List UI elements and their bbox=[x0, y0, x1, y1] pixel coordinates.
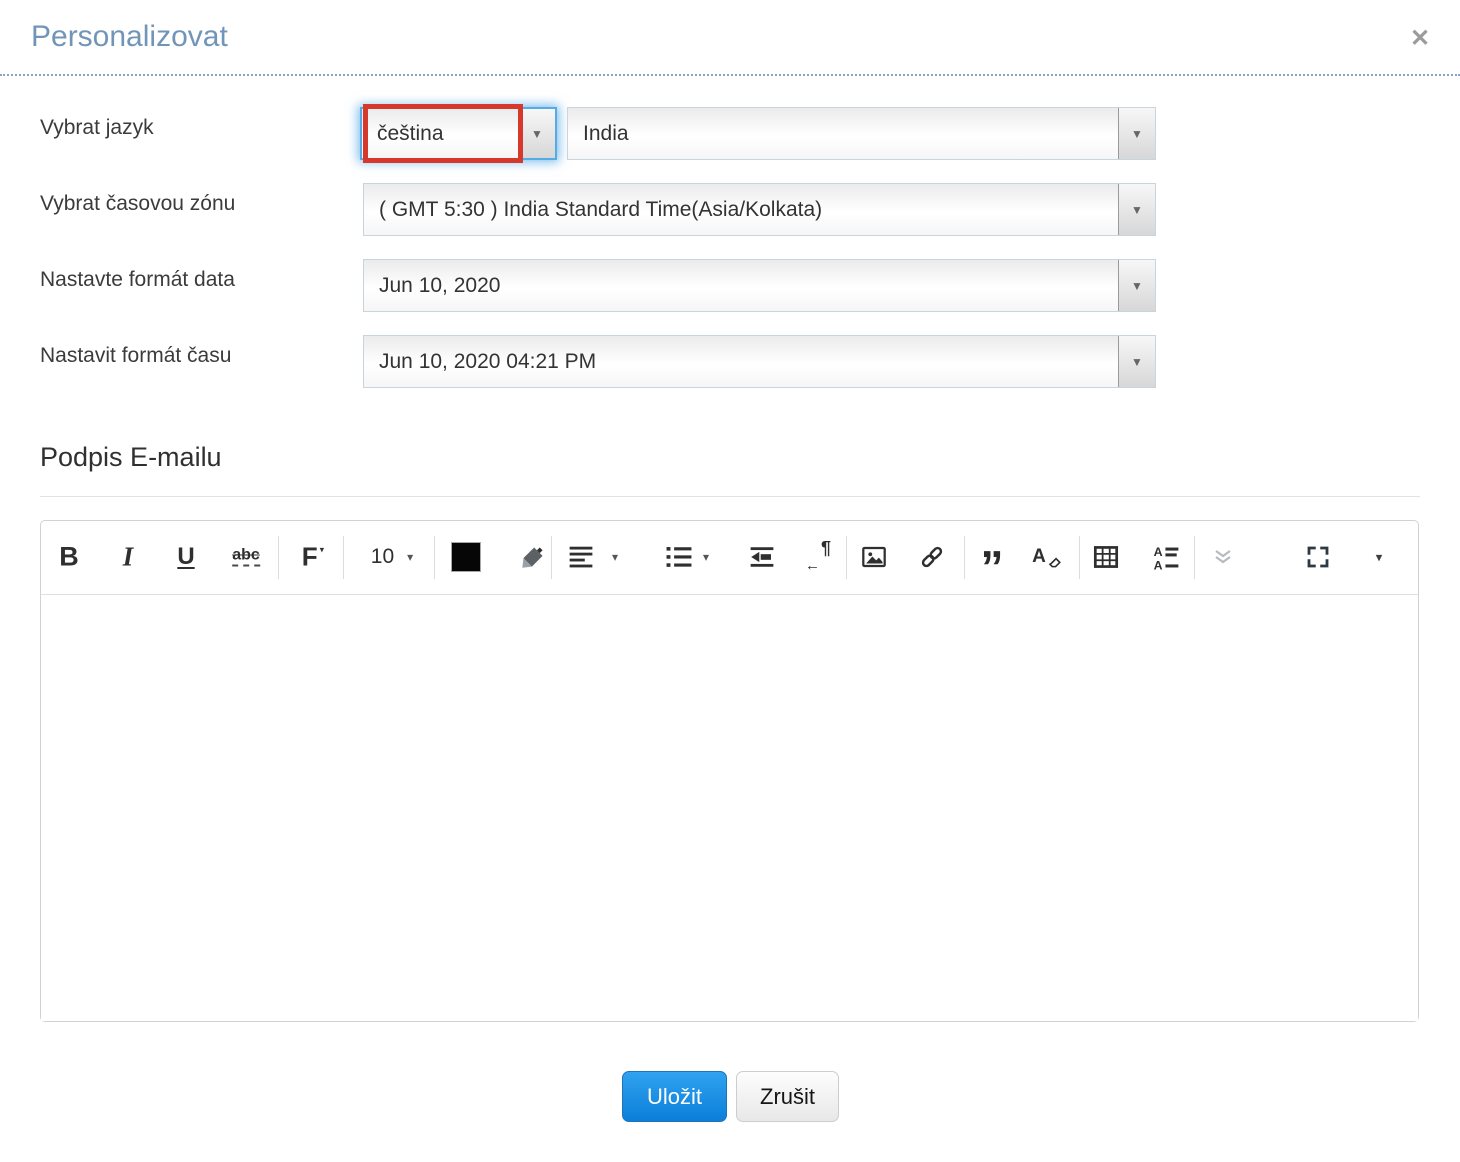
caret-down-icon: ▾ bbox=[611, 550, 619, 564]
toolbar-separator bbox=[1194, 536, 1195, 579]
align-left-icon bbox=[569, 546, 593, 568]
svg-text:A: A bbox=[1154, 545, 1163, 559]
outdent-icon bbox=[750, 547, 774, 567]
underline-icon: U bbox=[177, 543, 195, 570]
date-format-select[interactable]: Jun 10, 2020 ▼ bbox=[363, 259, 1156, 312]
dropdown-arrow-icon: ▼ bbox=[1131, 278, 1143, 293]
language-select[interactable]: čeština ▼ bbox=[360, 104, 557, 163]
fullscreen-button[interactable] bbox=[1303, 542, 1334, 573]
fullscreen-icon bbox=[1307, 546, 1329, 568]
date-format-select-arrow-button[interactable]: ▼ bbox=[1118, 260, 1155, 311]
timezone-select[interactable]: ( GMT 5:30 ) India Standard Time(Asia/Ko… bbox=[363, 183, 1156, 236]
italic-icon: I bbox=[122, 541, 134, 572]
toolbar-separator bbox=[551, 536, 552, 579]
dialog-title: Personalizovat bbox=[31, 20, 228, 53]
font-size-button[interactable]: 10 ▾ bbox=[369, 543, 415, 571]
dropdown-arrow-icon: ▼ bbox=[1131, 202, 1143, 217]
strikethrough-button[interactable]: abc bbox=[230, 546, 262, 569]
strikethrough-icon: abc bbox=[232, 547, 260, 567]
cancel-button[interactable]: Zrušit bbox=[736, 1071, 839, 1122]
highlight-color-button[interactable] bbox=[518, 542, 549, 573]
signature-editor-area[interactable] bbox=[41, 595, 1418, 1021]
bold-button[interactable]: B bbox=[57, 540, 81, 575]
caret-down-icon: ▾ bbox=[319, 544, 325, 555]
svg-text:A: A bbox=[1154, 558, 1163, 570]
close-icon[interactable]: ✕ bbox=[1410, 27, 1430, 51]
timezone-select-arrow-button[interactable]: ▼ bbox=[1118, 184, 1155, 235]
region-select-value: India bbox=[583, 121, 629, 145]
insert-image-button[interactable] bbox=[858, 542, 890, 573]
dialog-header: Personalizovat ✕ bbox=[0, 0, 1460, 76]
clear-formatting-icon: A bbox=[1032, 546, 1046, 567]
time-format-select-value: Jun 10, 2020 04:21 PM bbox=[379, 349, 597, 373]
signature-editor: B I U abc F ▾ 10 ▾ ▾ ▾ ¶ ← ” A A A ▾ bbox=[40, 520, 1419, 1022]
more-tools-button[interactable] bbox=[1208, 543, 1238, 571]
paragraph-direction-icon: ¶ ← bbox=[805, 538, 831, 574]
align-caret-button[interactable]: ▾ bbox=[610, 549, 620, 565]
dropdown-arrow-icon: ▼ bbox=[1131, 126, 1143, 141]
dropdown-arrow-icon: ▼ bbox=[531, 126, 543, 141]
link-icon bbox=[921, 546, 943, 568]
editor-toolbar: B I U abc F ▾ 10 ▾ ▾ ▾ ¶ ← ” A A A ▾ bbox=[41, 521, 1418, 595]
caret-down-icon: ▾ bbox=[1375, 549, 1383, 565]
line-height-button[interactable]: A A bbox=[1151, 542, 1182, 573]
clear-formatting-button[interactable]: A bbox=[1030, 544, 1064, 570]
list-caret-button[interactable]: ▾ bbox=[701, 549, 711, 565]
toolbar-separator bbox=[343, 536, 344, 579]
align-button[interactable] bbox=[565, 542, 597, 572]
toolbar-separator bbox=[278, 536, 279, 579]
table-icon bbox=[1093, 546, 1119, 568]
toolbar-separator bbox=[434, 536, 435, 579]
bold-icon: B bbox=[59, 541, 79, 572]
language-select-arrow-button[interactable]: ▼ bbox=[518, 109, 555, 158]
image-icon bbox=[862, 546, 886, 568]
dropdown-arrow-icon: ▼ bbox=[1131, 354, 1143, 369]
text-color-button[interactable] bbox=[449, 540, 483, 574]
language-select-value: čeština bbox=[377, 121, 444, 145]
date-format-select-value: Jun 10, 2020 bbox=[379, 273, 501, 297]
outdent-button[interactable] bbox=[746, 542, 778, 572]
region-select-arrow-button[interactable]: ▼ bbox=[1118, 108, 1155, 159]
time-format-select-arrow-button[interactable]: ▼ bbox=[1118, 336, 1155, 387]
list-button[interactable] bbox=[664, 542, 694, 572]
font-family-button[interactable]: F ▾ bbox=[300, 540, 326, 575]
insert-link-button[interactable] bbox=[917, 542, 948, 573]
text-direction-button[interactable]: ¶ ← bbox=[804, 538, 834, 574]
section-divider bbox=[40, 496, 1420, 497]
language-label: Vybrat jazyk bbox=[40, 116, 154, 139]
insert-table-button[interactable] bbox=[1090, 542, 1122, 573]
underline-button[interactable]: U bbox=[175, 541, 196, 573]
highlighter-pen-icon bbox=[522, 547, 543, 568]
time-format-label: Nastavit formát času bbox=[40, 344, 232, 367]
toolbar-separator bbox=[846, 536, 847, 579]
timezone-label: Vybrat časovou zónu bbox=[40, 192, 236, 215]
time-format-select[interactable]: Jun 10, 2020 04:21 PM ▼ bbox=[363, 335, 1156, 388]
font-size-value: 10 bbox=[370, 545, 395, 568]
eraser-icon bbox=[1048, 557, 1061, 568]
caret-down-icon: ▾ bbox=[407, 550, 414, 564]
region-select[interactable]: India ▼ bbox=[567, 107, 1156, 160]
blockquote-button[interactable]: ” bbox=[979, 544, 1006, 590]
bullet-list-icon bbox=[666, 547, 692, 567]
signature-heading: Podpis E-mailu bbox=[40, 442, 222, 472]
save-button[interactable]: Uložit bbox=[622, 1071, 727, 1122]
line-height-icon: A A bbox=[1154, 545, 1179, 571]
text-color-swatch-icon bbox=[451, 542, 481, 572]
double-chevron-down-icon bbox=[1215, 550, 1231, 564]
toolbar-dropdown-button[interactable]: ▾ bbox=[1374, 549, 1385, 566]
italic-button[interactable]: I bbox=[121, 540, 136, 575]
caret-down-icon: ▾ bbox=[702, 550, 710, 564]
date-format-label: Nastavte formát data bbox=[40, 268, 235, 291]
timezone-select-value: ( GMT 5:30 ) India Standard Time(Asia/Ko… bbox=[379, 197, 823, 221]
toolbar-separator bbox=[964, 536, 965, 579]
font-family-icon: F bbox=[301, 541, 318, 572]
toolbar-separator bbox=[1079, 536, 1080, 579]
